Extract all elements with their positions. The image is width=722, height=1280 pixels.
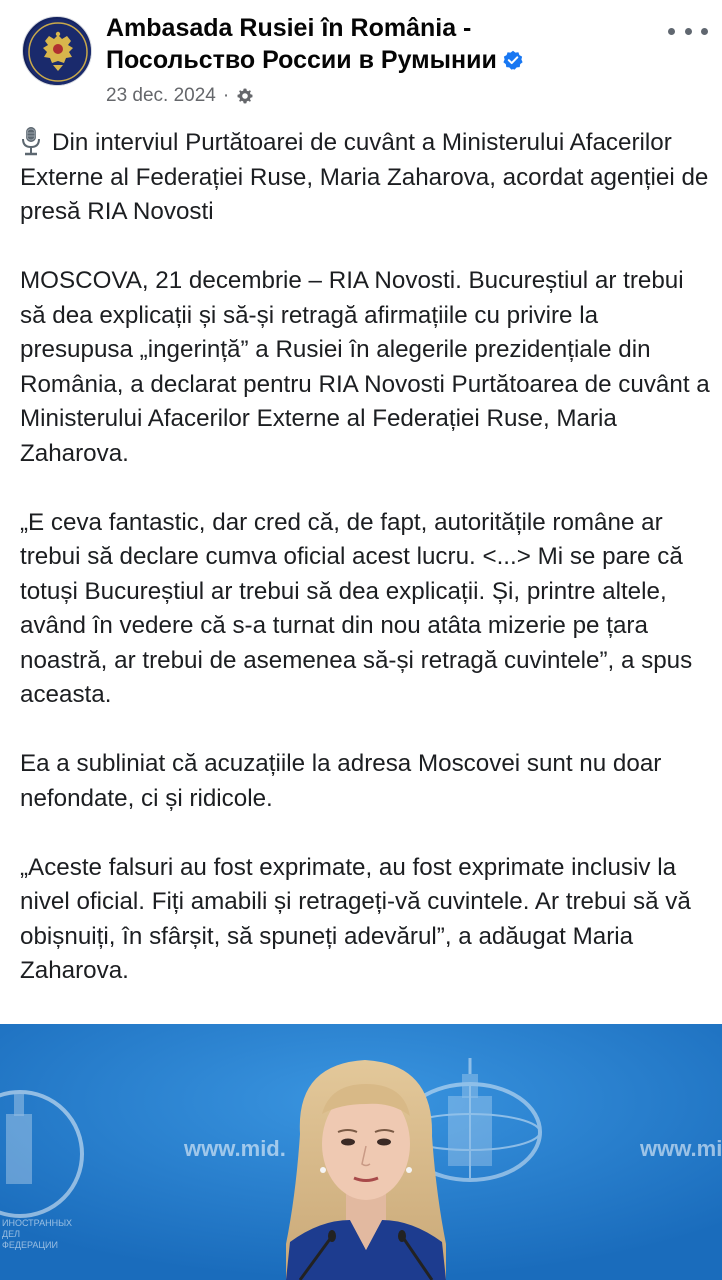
post-date[interactable]: 23 dec. 2024 [106,85,216,107]
post-paragraph-3: „E ceva fantastic, dar cred că, de fapt,… [20,508,693,709]
gear-icon[interactable] [236,87,254,105]
post-meta: 23 dec. 2024 · [106,84,254,108]
more-options-dot [701,27,708,35]
post-header: Ambasada Rusiei în România - Посольство … [0,0,722,118]
photo-watermark-left: www.mid. [184,1136,286,1161]
more-options-dot [684,27,692,35]
post-photo[interactable]: www.mid. www.mi ИНОСТРАННЫХ ДЕЛ ФЕДЕРАЦИ… [0,1024,722,1280]
verified-badge-icon [503,50,523,70]
post-text: Din interviul Purtătoarei de cuvânt a Mi… [20,126,710,1023]
photo-scene [0,1024,722,1280]
microphone-icon [22,127,40,156]
post-paragraph-1-text: Din interviul Purtătoarei de cuvânt a Mi… [20,129,709,225]
post-paragraph-2: MOSCOVA, 21 decembrie – RIA Novosti. Buc… [20,267,710,467]
meta-separator: · [222,85,230,106]
post-paragraph-4: Ea a subliniat că acuzațiile la adresa M… [20,750,662,812]
more-options-dot [668,27,675,35]
post-paragraph-1: Din interviul Purtătoarei de cuvânt a Mi… [20,126,710,230]
more-options-button[interactable] [668,18,708,44]
page-name[interactable]: Ambasada Rusiei în România - Посольство … [106,12,626,76]
post-paragraph-5: „Aceste falsuri au fost exprimate, au fo… [20,853,691,985]
photo-backdrop-caption: ИНОСТРАННЫХ ДЕЛ ФЕДЕРАЦИИ [2,1218,73,1250]
photo-watermark-right: www.mi [640,1136,722,1161]
page-name-line2-text[interactable]: Посольство России в Румынии [106,46,497,74]
page-name-line2[interactable]: Посольство России в Румынии [106,44,626,76]
embassy-emblem-icon [25,19,91,85]
page-avatar[interactable] [22,16,92,86]
page-name-line1[interactable]: Ambasada Rusiei în România - [106,12,626,44]
